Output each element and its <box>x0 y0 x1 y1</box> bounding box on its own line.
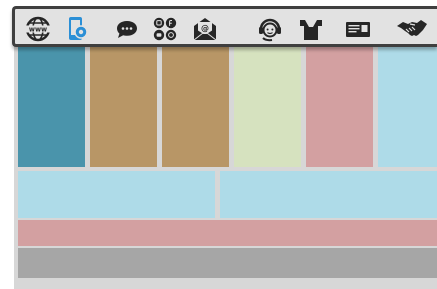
www-globe-icon[interactable]: www <box>24 15 52 43</box>
block-light-blue-mid-left <box>18 171 215 218</box>
social-media-icon[interactable] <box>151 15 179 43</box>
mobile-settings-icon[interactable] <box>63 15 91 43</box>
block-light-blue-mid-right <box>220 171 437 218</box>
block-light-blue-top <box>378 30 437 167</box>
email-icon[interactable]: @ <box>191 15 219 43</box>
block-pink <box>306 30 373 167</box>
block-tan-right <box>162 30 229 167</box>
handshake-icon[interactable] <box>396 15 428 43</box>
block-pale-green <box>234 30 301 167</box>
svg-text:www: www <box>29 25 47 33</box>
page: www @ <box>0 0 437 289</box>
block-teal <box>18 30 85 167</box>
customer-support-icon[interactable] <box>256 15 284 43</box>
meeting-people-icon[interactable] <box>297 15 325 43</box>
contact-card-icon[interactable] <box>344 15 372 43</box>
block-tan-left <box>90 30 157 167</box>
content-canvas <box>14 30 437 289</box>
band-pink <box>18 220 437 246</box>
band-gray <box>18 248 437 278</box>
icon-toolbar: www @ <box>12 6 437 47</box>
svg-text:@: @ <box>201 24 209 33</box>
chat-bubble-icon[interactable] <box>113 15 141 43</box>
